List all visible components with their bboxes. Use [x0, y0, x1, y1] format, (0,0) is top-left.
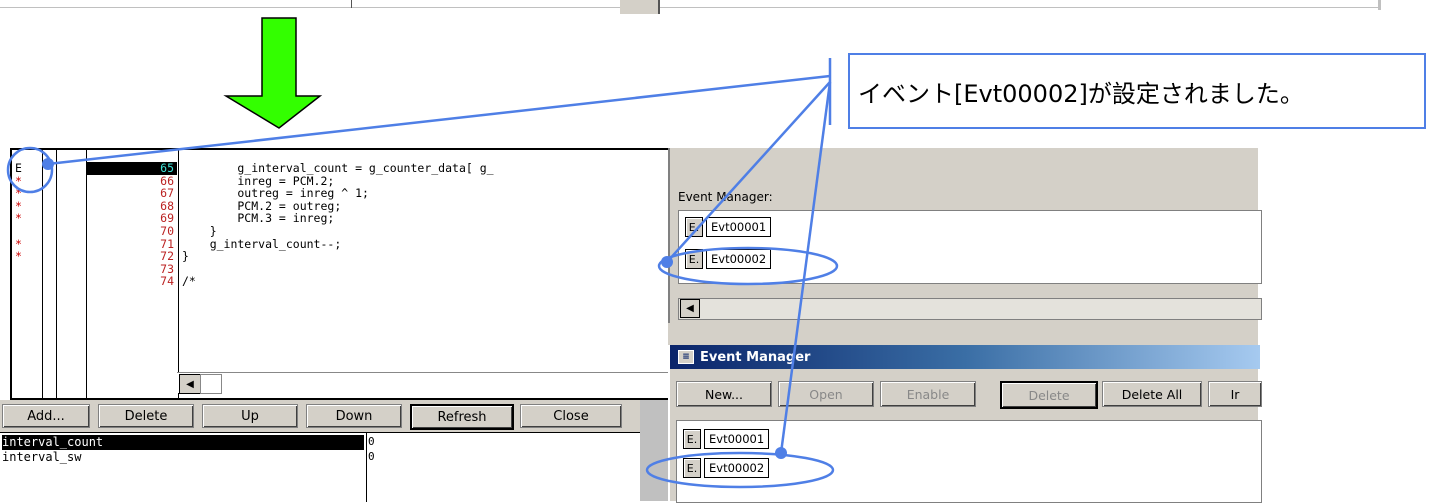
connector-dot	[775, 447, 787, 459]
connector-dot	[661, 256, 673, 268]
connector-line	[47, 74, 831, 166]
connector-line	[779, 81, 832, 454]
connector-line	[666, 81, 831, 263]
connector-dot	[42, 158, 54, 170]
highlight-ring	[657, 246, 839, 286]
annotation-overlay	[6, 58, 839, 489]
highlight-ring	[645, 451, 835, 489]
highlight-ring	[6, 146, 54, 194]
